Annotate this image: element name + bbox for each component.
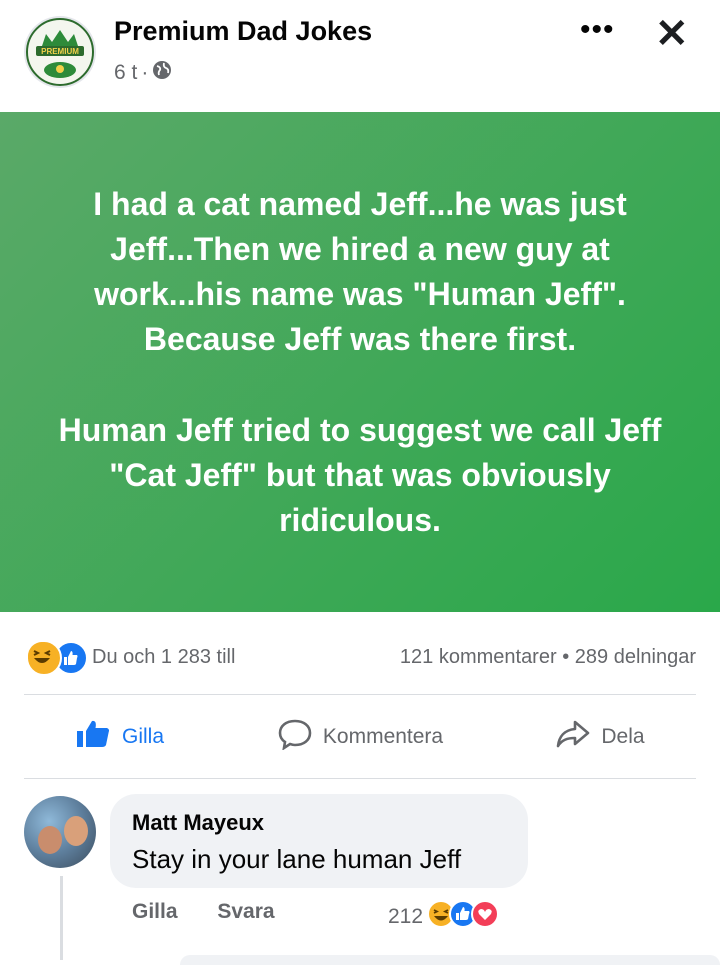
- comment-reaction-count: 212: [388, 905, 424, 928]
- post-meta: 6 t ·: [114, 60, 172, 86]
- reactions-summary[interactable]: Du och 1 283 till: [92, 646, 235, 669]
- post-time[interactable]: 6 t: [114, 61, 137, 85]
- svg-text:PREMIUM: PREMIUM: [41, 47, 79, 56]
- comment-icon: [277, 718, 313, 756]
- avatar-face: [38, 826, 62, 854]
- comment-like-button[interactable]: Gilla: [132, 900, 178, 924]
- close-icon[interactable]: ✕: [655, 12, 689, 56]
- post-header: PREMIUM Premium Dad Jokes 6 t · ••• ✕: [0, 0, 720, 112]
- shares-count[interactable]: 289 delningar: [575, 646, 696, 668]
- reaction-icons[interactable]: [26, 640, 88, 676]
- page-name[interactable]: Premium Dad Jokes: [114, 16, 372, 47]
- comment-reply-button[interactable]: Svara: [217, 900, 274, 924]
- thumbs-up-icon: [76, 719, 112, 755]
- post-paragraph-2: Human Jeff tried to suggest we call Jeff…: [58, 412, 662, 538]
- thread-line: [60, 876, 63, 960]
- post-stats: Du och 1 283 till 121 kommentarer • 289 …: [0, 630, 720, 684]
- post-paragraph-1: I had a cat named Jeff...he was just Jef…: [93, 186, 627, 357]
- comment-actions: Gilla Svara: [132, 900, 309, 924]
- comment-bubble[interactable]: Matt Mayeux Stay in your lane human Jeff: [110, 794, 528, 888]
- haha-reaction-icon: [26, 640, 62, 676]
- avatar-face: [64, 816, 88, 846]
- comments-count[interactable]: 121 kommentarer: [400, 646, 557, 668]
- comment-author[interactable]: Matt Mayeux: [132, 810, 264, 836]
- share-icon: [555, 718, 591, 756]
- post-text: I had a cat named Jeff...he was just Jef…: [40, 182, 680, 589]
- page-avatar[interactable]: PREMIUM: [24, 16, 96, 88]
- divider: [24, 778, 696, 779]
- next-comment-bubble: [180, 955, 720, 965]
- commenter-avatar[interactable]: [24, 796, 96, 868]
- post-actions: Gilla Kommentera Dela: [0, 704, 720, 770]
- share-label: Dela: [601, 725, 645, 748]
- share-button[interactable]: Dela: [480, 704, 720, 770]
- like-label: Gilla: [121, 725, 164, 748]
- comment-reactions[interactable]: 212: [388, 900, 500, 934]
- globe-icon: [152, 60, 172, 86]
- more-options-icon[interactable]: •••: [580, 15, 615, 45]
- divider: [24, 694, 696, 695]
- stats-separator: •: [562, 646, 570, 668]
- like-button[interactable]: Gilla: [0, 704, 240, 770]
- comment-button[interactable]: Kommentera: [240, 704, 480, 770]
- comment-text: Stay in your lane human Jeff: [132, 844, 462, 874]
- comments-shares-summary: 121 kommentarer • 289 delningar: [400, 646, 696, 669]
- love-reaction-icon: [471, 900, 500, 934]
- meta-dot: ·: [141, 61, 149, 84]
- post-image[interactable]: I had a cat named Jeff...he was just Jef…: [0, 112, 720, 612]
- comment-label: Kommentera: [322, 725, 444, 748]
